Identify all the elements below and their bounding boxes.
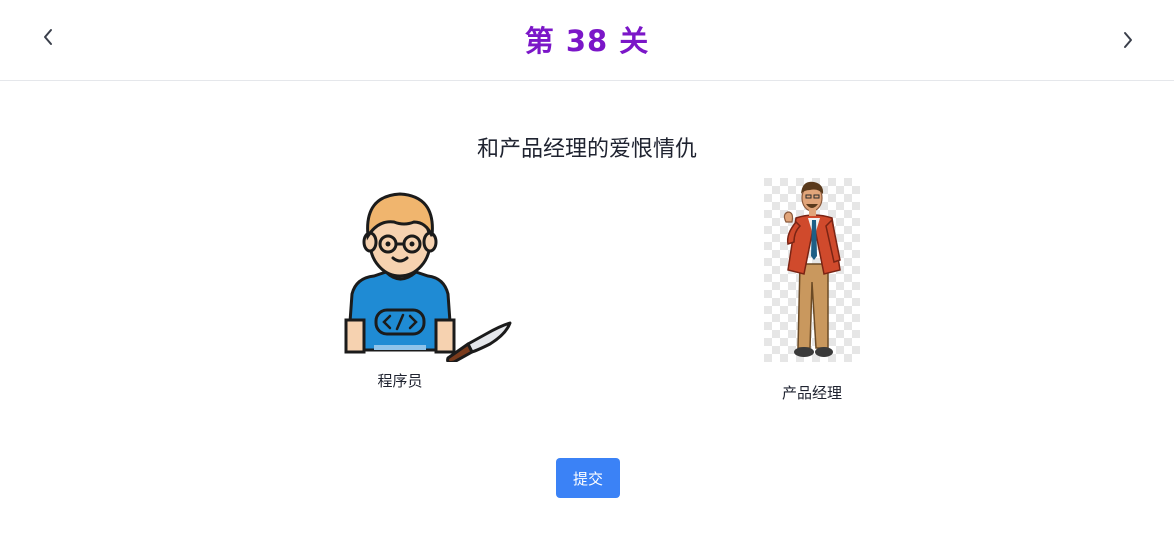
programmer-with-knife-image (344, 192, 512, 364)
next-level-button[interactable] (1114, 27, 1140, 53)
puzzle-title: 和产品经理的爱恨情仇 (476, 137, 697, 162)
submit-button[interactable]: 提交 (556, 458, 620, 498)
game-header: 第 38 关 (0, 0, 1174, 81)
product-manager-man-image (764, 178, 860, 362)
programmer-label: 程序员 (377, 372, 423, 390)
chevron-right-icon (1124, 32, 1132, 48)
product-manager-label: 产品经理 (781, 384, 842, 402)
product-manager-character[interactable] (764, 178, 860, 362)
level-title: 第 38 关 (524, 24, 650, 58)
programmer-character[interactable] (340, 186, 516, 364)
